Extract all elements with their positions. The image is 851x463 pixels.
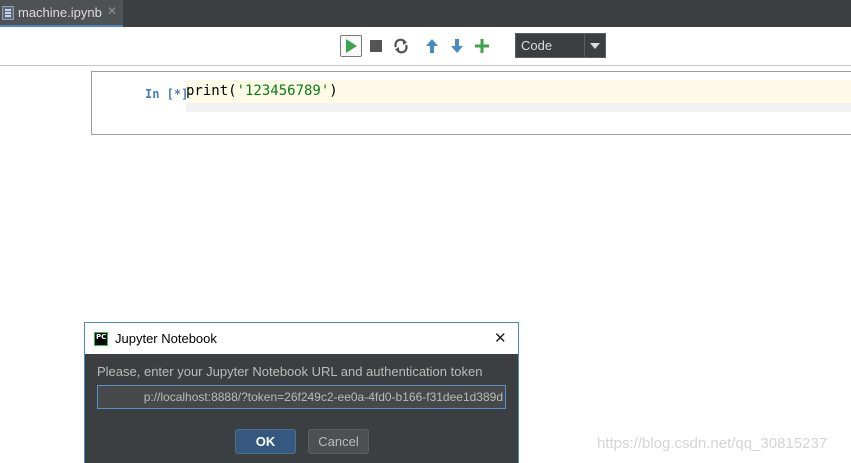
chevron-down-icon [584,34,605,57]
cell-type-value: Code [521,38,553,53]
notebook-toolbar: Code [0,27,851,66]
move-cell-down-button[interactable] [446,35,468,57]
dialog-prompt-label: Please, enter your Jupyter Notebook URL … [97,364,483,379]
close-icon[interactable]: ✕ [494,329,507,347]
tab-title: machine.ipynb [18,5,102,20]
jupyter-url-value: p://localhost:8888/?token=26f249c2-ee0a-… [143,390,503,404]
code-string-literal: '123456789' [236,83,330,99]
move-cell-up-button[interactable] [421,35,443,57]
editor-tab-bar: machine.ipynb ✕ [0,0,851,27]
arrow-up-icon [426,39,438,53]
arrow-down-icon [451,39,463,53]
code-close-paren: ) [329,83,338,99]
code-cell[interactable]: In [*]: print('123456789') [91,71,851,135]
restart-icon [394,38,408,54]
restart-kernel-button[interactable] [390,35,412,57]
cell-type-select[interactable]: Code [515,33,606,58]
tab-machine-ipynb[interactable]: machine.ipynb ✕ [0,0,123,27]
interrupt-button[interactable] [365,35,387,57]
jupyter-url-input[interactable]: p://localhost:8888/?token=26f249c2-ee0a-… [97,385,506,409]
add-cell-button[interactable] [471,35,493,57]
watermark-text: https://blog.csdn.net/qq_30815237 [597,435,828,452]
dialog-titlebar: Jupyter Notebook ✕ [85,323,518,354]
dialog-title: Jupyter Notebook [115,331,217,346]
notebook-file-icon [2,6,14,20]
plus-icon [475,39,489,53]
jupyter-url-dialog: Jupyter Notebook ✕ Please, enter your Ju… [84,322,519,463]
pycharm-logo-icon [94,332,108,346]
ok-button[interactable]: OK [235,429,296,454]
cell-editor[interactable]: print('123456789') [186,80,851,112]
cancel-button[interactable]: Cancel [308,429,369,454]
code-call: print( [186,83,237,99]
stop-icon [370,40,382,52]
run-cell-button[interactable] [340,35,362,57]
play-icon [346,39,357,53]
cell-code: print('123456789') [186,83,338,99]
tab-close-icon[interactable]: ✕ [107,4,117,18]
